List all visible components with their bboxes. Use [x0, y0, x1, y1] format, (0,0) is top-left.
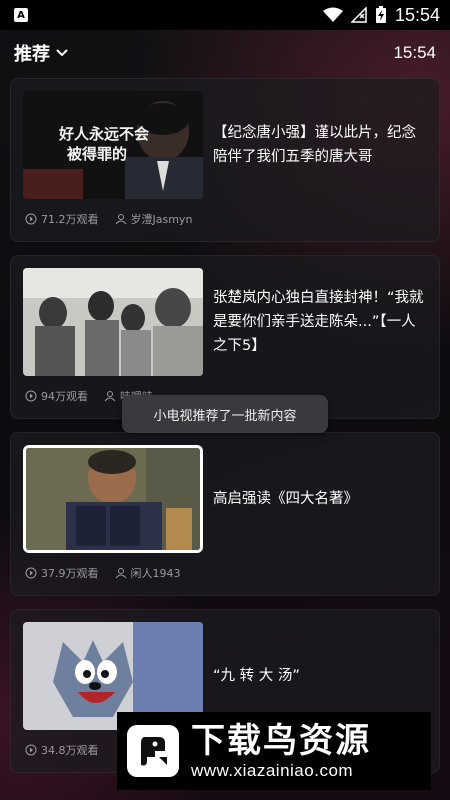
play-count-icon — [25, 390, 37, 402]
play-count-icon — [25, 213, 37, 225]
app-notification-icon: A — [14, 8, 28, 22]
uploader-icon — [115, 568, 126, 579]
new-content-toast: 小电视推荐了一批新内容 — [122, 395, 328, 433]
video-thumbnail: 好人永远不会 被得罪的 — [23, 91, 203, 199]
watermark-overlay: 下载鸟资源 www.xiazainiao.com — [117, 712, 431, 790]
uploader-name: 岁澧Jasmyn — [130, 213, 193, 226]
signal-icon — [350, 7, 367, 23]
video-meta: 34.8万观看 — [25, 742, 99, 758]
watermark-brand: 下载鸟资源 — [191, 721, 371, 761]
video-card[interactable]: 好人永远不会 被得罪的 【纪念唐小强】谨以此片，纪念陪伴了我们五季的唐大哥 71… — [10, 78, 440, 242]
view-count: 71.2万观看 — [41, 213, 99, 226]
status-time: 15:54 — [394, 4, 440, 25]
video-title[interactable]: 【纪念唐小强】谨以此片，纪念陪伴了我们五季的唐大哥 — [213, 79, 427, 211]
video-thumbnail — [23, 445, 203, 553]
top-header: 推荐 15:54 — [0, 30, 450, 76]
wifi-icon — [322, 7, 343, 22]
video-thumbnail — [23, 268, 203, 376]
recommend-tab-label: 推荐 — [14, 44, 50, 65]
play-count-icon — [25, 567, 37, 579]
view-count: 94万观看 — [41, 390, 88, 403]
uploader-icon — [104, 391, 116, 402]
thumbnail-caption-line2: 被得罪的 — [67, 145, 127, 163]
video-card[interactable]: 高启强读《四大名著》 37.9万观看 闲人1943 — [10, 432, 440, 596]
recommend-tab-dropdown[interactable]: 推荐 — [14, 40, 68, 66]
uploader-name: 闲人1943 — [130, 567, 181, 580]
watermark-bird-logo-icon — [127, 725, 179, 777]
video-title[interactable]: 高启强读《四大名著》 — [213, 433, 427, 565]
status-bar: A 15:54 — [0, 0, 450, 30]
view-count: 34.8万观看 — [41, 744, 99, 757]
video-meta: 37.9万观看 闲人1943 — [25, 565, 181, 581]
watermark-url: www.xiazainiao.com — [191, 761, 354, 780]
chevron-down-icon — [56, 49, 68, 57]
uploader-icon — [115, 214, 126, 225]
battery-charging-icon — [375, 6, 386, 23]
thumbnail-caption-line1: 好人永远不会 — [58, 125, 149, 143]
view-count: 37.9万观看 — [41, 567, 99, 580]
play-count-icon — [25, 744, 37, 756]
video-meta: 71.2万观看 岁澧Jasmyn — [25, 211, 192, 227]
video-title[interactable]: 张楚岚内心独白直接封神！“我就是要你们亲手送走陈朵...”【一人之下5】 — [213, 256, 427, 388]
header-clock: 15:54 — [393, 43, 436, 62]
